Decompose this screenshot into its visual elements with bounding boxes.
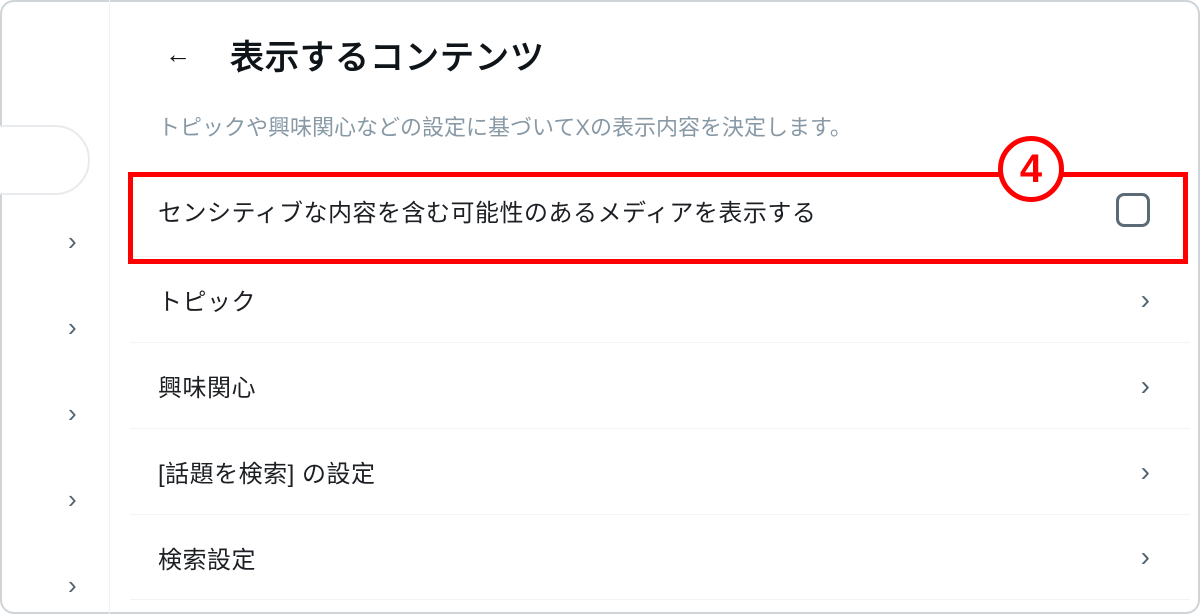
- topics-row[interactable]: トピック ›: [130, 256, 1190, 342]
- chevron-right-icon: ›: [1141, 456, 1150, 488]
- row-label: トピック: [158, 282, 256, 317]
- row-label: 興味関心: [158, 368, 256, 403]
- main-column: ← 表示するコンテンツ トピックや興味関心などの設定に基づいてXの表示内容を決定…: [130, 0, 1190, 614]
- page-subtitle: トピックや興味関心などの設定に基づいてXの表示内容を決定します。: [130, 90, 1190, 164]
- row-label: 検索設定: [158, 540, 256, 575]
- chevron-right-icon: ›: [68, 572, 77, 598]
- chevron-right-icon: ›: [1141, 541, 1150, 573]
- sensitive-media-row[interactable]: センシティブな内容を含む可能性のあるメディアを表示する: [130, 164, 1190, 256]
- chevron-right-icon: ›: [68, 486, 77, 512]
- sensitive-media-label: センシティブな内容を含む可能性のあるメディアを表示する: [158, 193, 816, 228]
- left-pill: [0, 125, 90, 195]
- sensitive-media-checkbox[interactable]: [1116, 193, 1150, 227]
- left-nav-strip: › › › › ›: [0, 0, 110, 614]
- header: ← 表示するコンテンツ: [130, 0, 1190, 90]
- chevron-right-icon: ›: [68, 314, 77, 340]
- chevron-right-icon: ›: [1141, 284, 1150, 316]
- back-button[interactable]: ←: [158, 34, 198, 74]
- chevron-right-icon: ›: [68, 228, 77, 254]
- explore-settings-row[interactable]: [話題を検索] の設定 ›: [130, 428, 1190, 514]
- search-settings-row[interactable]: 検索設定 ›: [130, 514, 1190, 600]
- chevron-right-icon: ›: [68, 400, 77, 426]
- chevron-right-icon: ›: [1141, 370, 1150, 402]
- row-label: [話題を検索] の設定: [158, 454, 376, 489]
- page-title: 表示するコンテンツ: [230, 30, 545, 79]
- app-frame: › › › › › ← 表示するコンテンツ トピックや興味関心などの設定に基づい…: [0, 0, 1200, 614]
- interests-row[interactable]: 興味関心 ›: [130, 342, 1190, 428]
- arrow-left-icon: ←: [165, 39, 191, 70]
